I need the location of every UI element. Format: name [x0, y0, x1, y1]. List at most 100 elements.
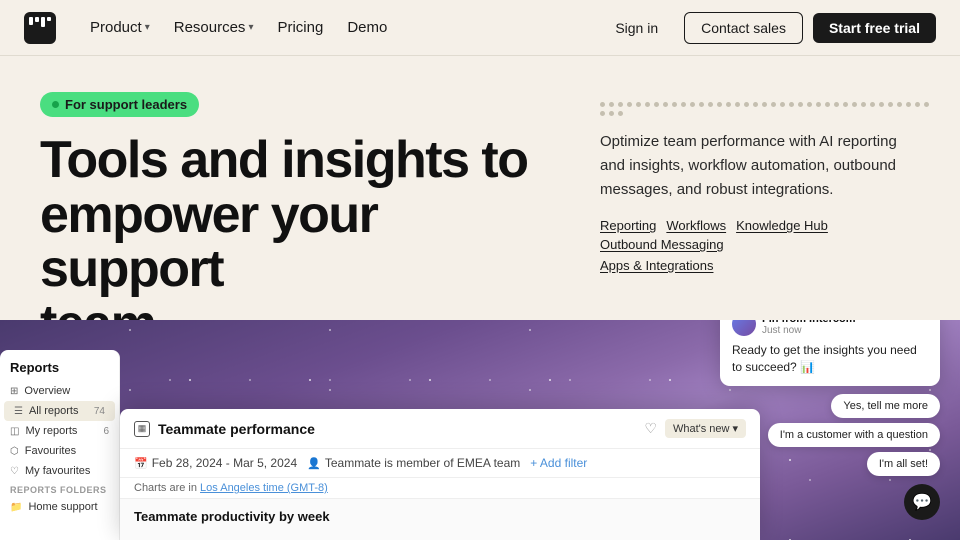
logo-icon: [24, 12, 56, 44]
dot: [654, 102, 659, 107]
chat-bubble: Fin from Intercom Just now Ready to get …: [720, 320, 940, 386]
dot: [870, 102, 875, 107]
sidebar-item-label: Home support: [28, 501, 97, 513]
dot: [798, 102, 803, 107]
dot: [753, 102, 758, 107]
nav-demo[interactable]: Demo: [337, 13, 397, 42]
agent-avatar: [732, 320, 756, 336]
sidebar-item-myfavourites[interactable]: ♡ My favourites: [0, 461, 119, 481]
dot: [825, 102, 830, 107]
heart-icon[interactable]: ♡: [644, 420, 657, 437]
chat-toggle-button[interactable]: 💬: [904, 484, 940, 520]
dot: [717, 102, 722, 107]
sidebar-item-label: My favourites: [25, 465, 90, 477]
chart-title: Teammate productivity by week: [134, 509, 746, 524]
tag-dot: [52, 101, 59, 108]
dot: [807, 102, 812, 107]
dot: [906, 102, 911, 107]
logo-bar-4: [47, 17, 51, 21]
filter-date-label: Feb 28, 2024 - Mar 5, 2024: [152, 456, 297, 470]
logo-bar-2: [35, 17, 39, 22]
dot: [834, 102, 839, 107]
dot: [735, 102, 740, 107]
dot: [636, 102, 641, 107]
dot: [744, 102, 749, 107]
dot: [600, 102, 605, 107]
overview-icon: ⊞: [10, 386, 18, 397]
start-free-nav-button[interactable]: Start free trial: [813, 13, 936, 43]
link-reporting[interactable]: Reporting: [600, 218, 656, 233]
dot: [708, 102, 713, 107]
timezone-text: Charts are in: [134, 482, 197, 494]
myreports-badge: 6: [103, 426, 109, 437]
link-workflows[interactable]: Workflows: [666, 218, 726, 233]
navbar: Product ▾ Resources ▾ Pricing Demo Sign …: [0, 0, 960, 56]
chat-replies: Yes, tell me more I'm a customer with a …: [720, 394, 940, 476]
chat-message: Ready to get the insights you need to su…: [732, 342, 928, 376]
dot: [600, 111, 605, 116]
sidebar-title: Reports: [0, 350, 119, 381]
chat-reply-3[interactable]: I'm all set!: [867, 452, 940, 476]
dot: [645, 102, 650, 107]
dot: [924, 102, 929, 107]
sidebar-item-favourites[interactable]: ⬡ Favourites: [0, 441, 119, 461]
dots-decoration: [600, 102, 936, 116]
chevron-down-icon: ▾: [145, 22, 150, 33]
favourites-icon: ⬡: [10, 446, 19, 457]
sidebar-item-homesupport[interactable]: 📁 Home support: [0, 497, 119, 517]
folder-icon: 📁: [10, 502, 22, 513]
sidebar-item-label: Overview: [24, 385, 70, 397]
chevron-down-icon-2: ▾: [248, 22, 253, 33]
nav-pricing[interactable]: Pricing: [267, 13, 333, 42]
chart-icon: ▦: [138, 423, 147, 434]
timezone-link[interactable]: Los Angeles time (GMT-8): [200, 482, 328, 494]
report-header: ▦ Teammate performance ♡ What's new ▾: [120, 409, 760, 449]
filter-teammate-label: Teammate is member of EMEA team: [325, 456, 520, 470]
report-filters: 📅 Feb 28, 2024 - Mar 5, 2024 👤 Teammate …: [120, 449, 760, 478]
link-outbound-messaging[interactable]: Outbound Messaging: [600, 237, 724, 252]
user-icon: 👤: [307, 457, 321, 470]
dot: [780, 102, 785, 107]
nav-product[interactable]: Product ▾: [80, 13, 160, 42]
logo[interactable]: [24, 12, 56, 44]
chat-toggle-icon: 💬: [912, 492, 932, 512]
report-card: ▦ Teammate performance ♡ What's new ▾ 📅 …: [120, 409, 760, 540]
sidebar-item-allreports[interactable]: ☰ All reports 74: [4, 401, 115, 421]
dot: [609, 111, 614, 116]
dot: [888, 102, 893, 107]
hero-title-line2: empower your support: [40, 186, 377, 299]
myfavourites-icon: ♡: [10, 466, 19, 477]
reports-sidebar: Reports ⊞ Overview ☰ All reports 74 ◫ My…: [0, 350, 120, 540]
chat-reply-1[interactable]: Yes, tell me more: [831, 394, 940, 418]
hero-title: Tools and insights to empower your suppo…: [40, 133, 560, 351]
sidebar-item-overview[interactable]: ⊞ Overview: [0, 381, 119, 401]
bottom-preview: Reports ⊞ Overview ☰ All reports 74 ◫ My…: [0, 320, 960, 540]
dot: [843, 102, 848, 107]
dot: [663, 102, 668, 107]
nav-resources[interactable]: Resources ▾: [164, 13, 264, 42]
contact-sales-nav-button[interactable]: Contact sales: [684, 12, 803, 44]
feature-links-2: Apps & Integrations: [600, 258, 936, 273]
report-icon: ▦: [134, 421, 150, 437]
feature-links: Reporting Workflows Knowledge Hub Outbou…: [600, 218, 936, 252]
allreports-icon: ☰: [14, 406, 23, 417]
logo-bar-3: [41, 17, 45, 27]
dot: [789, 102, 794, 107]
sidebar-item-myreports[interactable]: ◫ My reports 6: [0, 421, 119, 441]
dot: [897, 102, 902, 107]
signin-button[interactable]: Sign in: [599, 13, 674, 43]
chat-reply-2[interactable]: I'm a customer with a question: [768, 423, 940, 447]
filter-teammate: 👤 Teammate is member of EMEA team: [307, 456, 520, 470]
logo-bar-1: [29, 17, 33, 25]
link-apps-integrations[interactable]: Apps & Integrations: [600, 258, 713, 273]
dot: [771, 102, 776, 107]
dot: [915, 102, 920, 107]
add-filter-button[interactable]: + Add filter: [530, 456, 587, 470]
tag-badge: For support leaders: [40, 92, 199, 117]
nav-resources-label: Resources: [174, 19, 246, 36]
chat-widget: Fin from Intercom Just now Ready to get …: [720, 320, 940, 520]
dot: [852, 102, 857, 107]
link-knowledge-hub[interactable]: Knowledge Hub: [736, 218, 828, 233]
allreports-badge: 74: [94, 406, 105, 417]
nav-pricing-label: Pricing: [277, 19, 323, 36]
